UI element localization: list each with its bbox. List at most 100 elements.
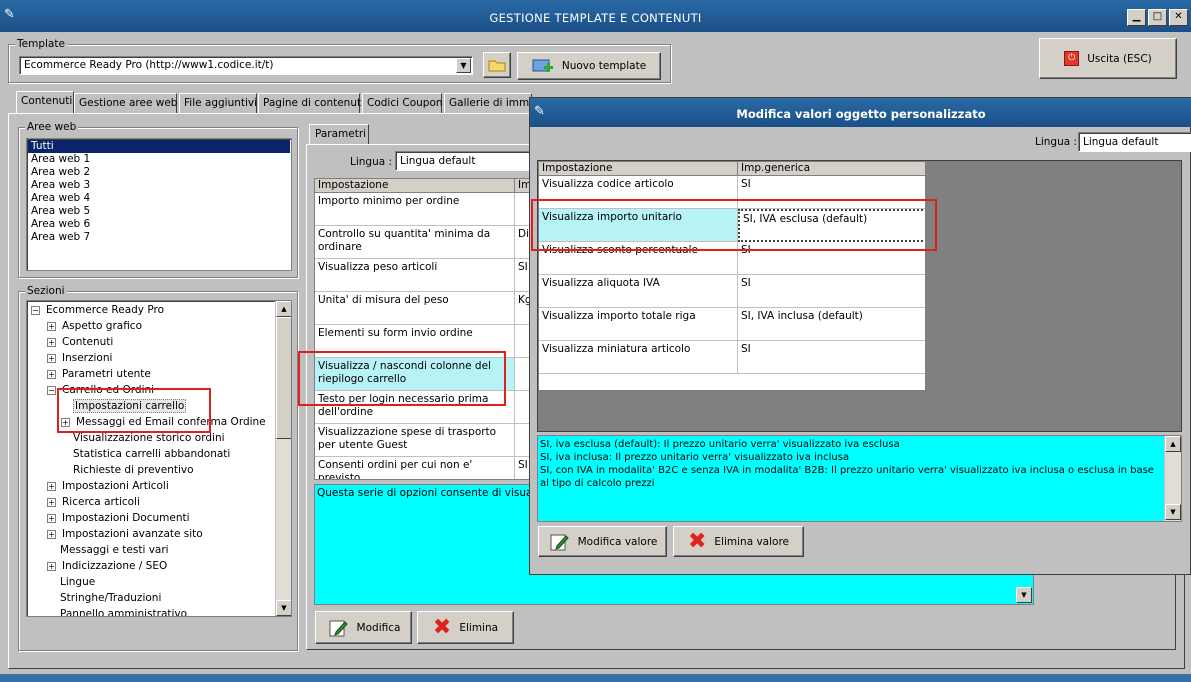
expand-icon[interactable]: + [47,513,56,523]
tree-item[interactable]: + Contenuti [47,335,113,349]
close-button[interactable]: ✕ [1169,9,1188,26]
list-item[interactable]: Area web 4 [28,192,290,205]
help-scroll-up-icon[interactable]: ▲ [1165,436,1181,452]
dialog-cell-value[interactable]: SI [738,242,925,275]
table-cell-impostazione[interactable]: Visualizza / nascondi colonne del riepil… [315,358,515,391]
template-select[interactable]: Ecommerce Ready Pro (http://www1.codice.… [19,56,473,75]
tree-item[interactable]: + Messaggi ed Email conferma Ordine [61,415,266,429]
tab-pagine-contenuti[interactable]: Pagine di contenuti [258,93,364,113]
tree-item[interactable]: Messaggi e testi vari [60,543,169,557]
dialog-column-header-impostazione[interactable]: Impostazione [539,162,738,176]
help-scroll-down-icon[interactable]: ▼ [1165,504,1181,520]
tree-item[interactable]: + Impostazioni Documenti [47,511,190,525]
expand-icon[interactable]: + [47,561,56,571]
scroll-down-icon[interactable]: ▼ [276,600,291,616]
dialog-cell-value[interactable]: SI [738,176,925,209]
modifica-button[interactable]: Modifica [315,611,412,644]
dialog-cell-value[interactable]: SI, IVA inclusa (default) [738,308,925,341]
new-template-button[interactable]: Nuovo template [517,52,661,80]
expand-icon[interactable]: + [47,369,56,379]
dialog-cell-impostazione[interactable]: Visualizza aliquota IVA [539,275,738,308]
dialog-cell-value[interactable]: SI [738,341,925,374]
expand-icon[interactable]: + [61,417,70,427]
sezioni-tree[interactable]: − Ecommerce Ready Pro + Aspetto grafico + Co… [26,300,292,617]
chevron-down-icon[interactable]: ▼ [456,58,471,73]
tree-item-label: Messaggi ed Email conferma Ordine [76,416,266,428]
collapse-icon[interactable]: − [47,385,56,395]
scroll-thumb[interactable] [276,317,291,439]
exit-button[interactable]: ⏻ Uscita (ESC) [1039,38,1177,79]
dialog-cell-impostazione[interactable]: Visualizza importo totale riga [539,308,738,341]
table-cell-impostazione[interactable]: Visualizza peso articoli [315,259,515,292]
table-cell-impostazione[interactable]: Unita' di misura del peso [315,292,515,325]
elimina-valore-button[interactable]: ✖ Elimina valore [673,526,804,557]
expand-icon[interactable]: + [47,321,56,331]
tree-item[interactable]: + Impostazioni avanzate sito [47,527,203,541]
expand-icon[interactable]: + [47,529,56,539]
dialog-lingua-select[interactable]: Lingua default [1078,132,1191,152]
tab-file-aggiuntivi[interactable]: File aggiuntivi [179,93,257,113]
tree-item[interactable]: + Ricerca articoli [47,495,140,509]
modifica-valore-button[interactable]: Modifica valore [538,526,667,557]
table-cell-impostazione[interactable]: Controllo su quantita' minima da ordinar… [315,226,515,259]
list-item[interactable]: Area web 5 [28,205,290,218]
dialog-cell-impostazione[interactable]: Visualizza sconto percentuale [539,242,738,275]
dialog-cell-impostazione[interactable]: Visualizza importo unitario [539,209,738,242]
tree-root[interactable]: − Ecommerce Ready Pro [31,303,164,317]
tree-item[interactable]: + Aspetto grafico [47,319,142,333]
list-item[interactable]: Area web 7 [28,231,290,244]
column-header-impostazione[interactable]: Impostazione [315,179,515,193]
dialog-cell-value[interactable]: SI, IVA esclusa (default) [738,209,925,242]
tab-parametri[interactable]: Parametri [309,124,369,144]
minimize-button[interactable]: ▁ [1127,9,1146,26]
collapse-icon[interactable]: − [31,305,40,315]
tree-item[interactable]: Impostazioni carrello [73,399,187,413]
expand-icon[interactable]: + [47,337,56,347]
title-bar: ✎ GESTIONE TEMPLATE E CONTENUTI ▁ □ ✕ [0,0,1191,32]
maximize-button[interactable]: □ [1148,9,1167,26]
tab-contenuti[interactable]: Contenuti [16,91,74,113]
tree-item[interactable]: Statistica carrelli abbandonati [73,447,230,461]
list-item[interactable]: Area web 2 [28,166,290,179]
open-folder-button[interactable] [483,52,511,78]
scroll-up-icon[interactable]: ▲ [276,301,291,317]
description-scroll-down-icon[interactable]: ▼ [1016,587,1032,603]
expand-icon[interactable]: + [47,481,56,491]
elimina-label: Elimina [459,621,499,634]
list-item[interactable]: Tutti [28,140,290,153]
tab-codici-coupon[interactable]: Codici Coupon [362,93,443,113]
tree-item[interactable]: + Inserzioni [47,351,112,365]
aree-web-list[interactable]: Tutti Area web 1 Area web 2 Area web 3 A… [26,138,292,271]
tree-item[interactable]: + Indicizzazione / SEO [47,559,167,573]
tree-item[interactable]: + Parametri utente [47,367,151,381]
tab-gallerie[interactable]: Gallerie di immag [444,93,532,113]
table-cell-impostazione[interactable]: Importo minimo per ordine [315,193,515,226]
dialog-cell-impostazione[interactable]: Visualizza codice articolo [539,176,738,209]
help-scrollbar[interactable]: ▲ ▼ [1164,436,1181,521]
tree-item[interactable]: Lingue [60,575,95,589]
tree-scrollbar[interactable]: ▲ ▼ [275,301,291,616]
tree-item[interactable]: Pannello amministrativo [60,607,187,616]
tree-item[interactable]: Richieste di preventivo [73,463,194,477]
list-item[interactable]: Area web 1 [28,153,290,166]
expand-icon[interactable]: + [47,353,56,363]
tree-item-label: Stringhe/Traduzioni [60,592,162,604]
elimina-button[interactable]: ✖ Elimina [417,611,514,644]
dialog-cell-impostazione[interactable]: Visualizza miniatura articolo [539,341,738,374]
tree-item[interactable]: − Carrello ed Ordini [47,383,154,397]
tree-item[interactable]: Visualizzazione storico ordini [73,431,225,445]
lingua-select[interactable]: Lingua default [395,151,535,171]
list-item[interactable]: Area web 6 [28,218,290,231]
table-cell-impostazione[interactable]: Visualizzazione spese di trasporto per u… [315,424,515,457]
dialog-cell-value[interactable]: SI [738,275,925,308]
dialog-column-header-value[interactable]: Imp.generica [738,162,925,176]
table-cell-impostazione[interactable]: Elementi su form invio ordine [315,325,515,358]
table-cell-impostazione[interactable]: Consenti ordini per cui non e' previsto [315,457,515,479]
list-item[interactable]: Area web 3 [28,179,290,192]
tree-item[interactable]: + Impostazioni Articoli [47,479,169,493]
table-cell-impostazione[interactable]: Testo per login necessario prima dell'or… [315,391,515,424]
tab-gestione-aree-web[interactable]: Gestione aree web [74,93,177,113]
tree-item[interactable]: Stringhe/Traduzioni [60,591,161,605]
expand-icon[interactable]: + [47,497,56,507]
sezioni-label: Sezioni [25,285,67,297]
